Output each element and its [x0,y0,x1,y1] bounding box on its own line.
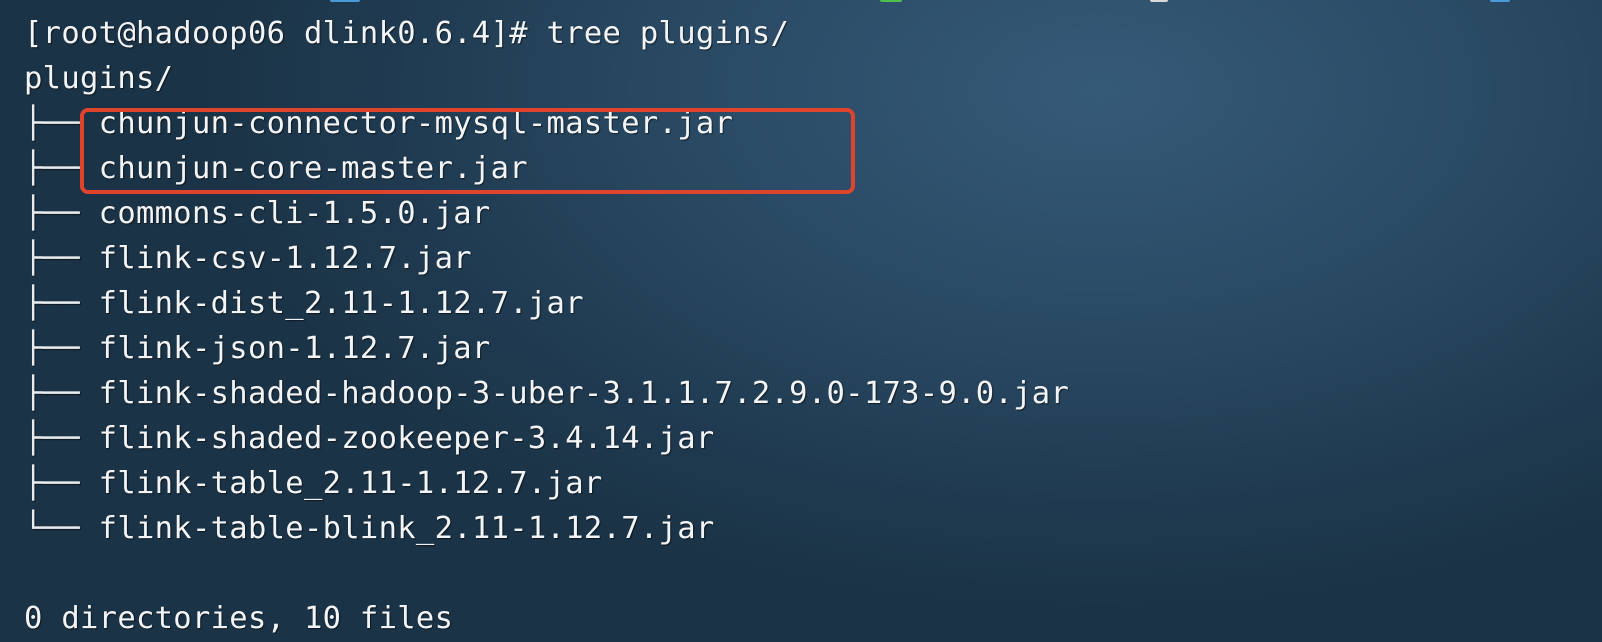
tree-entry: ├── flink-shaded-zookeeper-3.4.14.jar [24,416,715,461]
tree-entry: ├── flink-json-1.12.7.jar [24,326,491,371]
terminal-output: [root@hadoop06 dlink0.6.4]# tree plugins… [24,11,1584,642]
tree-branch: ├── [24,421,99,456]
tree-branch: ├── [24,196,99,231]
file-name: commons-cli-1.5.0.jar [98,196,491,231]
command-prompt-line: [root@hadoop06 dlink0.6.4]# tree plugins… [24,16,790,51]
tree-entry: ├── flink-dist_2.11-1.12.7.jar [24,281,584,326]
highlight-box [80,108,855,194]
tree-branch: ├── [24,466,99,501]
tree-entry: ├── flink-table_2.11-1.12.7.jar [24,461,603,506]
tree-branch: ├── [24,331,99,366]
tree-entry: └── flink-table-blink_2.11-1.12.7.jar [24,506,715,551]
previous-output-residue [0,0,1602,6]
tree-entry: ├── flink-shaded-hadoop-3-uber-3.1.1.7.2… [24,371,1069,416]
tree-branch: └── [24,511,99,546]
file-name: flink-table_2.11-1.12.7.jar [98,466,603,501]
tree-branch: ├── [24,376,99,411]
file-name: flink-table-blink_2.11-1.12.7.jar [98,511,715,546]
tree-branch: ├── [24,241,99,276]
tree-root-dir: plugins/ [24,61,174,96]
file-name: flink-json-1.12.7.jar [98,331,491,366]
tree-branch: ├── [24,286,99,321]
tree-entry: ├── commons-cli-1.5.0.jar [24,191,491,236]
tree-summary: 0 directories, 10 files [24,601,454,636]
file-name: flink-csv-1.12.7.jar [98,241,472,276]
file-name: flink-dist_2.11-1.12.7.jar [98,286,584,321]
file-name: flink-shaded-zookeeper-3.4.14.jar [98,421,715,456]
tree-entry: ├── flink-csv-1.12.7.jar [24,236,472,281]
file-name: flink-shaded-hadoop-3-uber-3.1.1.7.2.9.0… [98,376,1070,411]
